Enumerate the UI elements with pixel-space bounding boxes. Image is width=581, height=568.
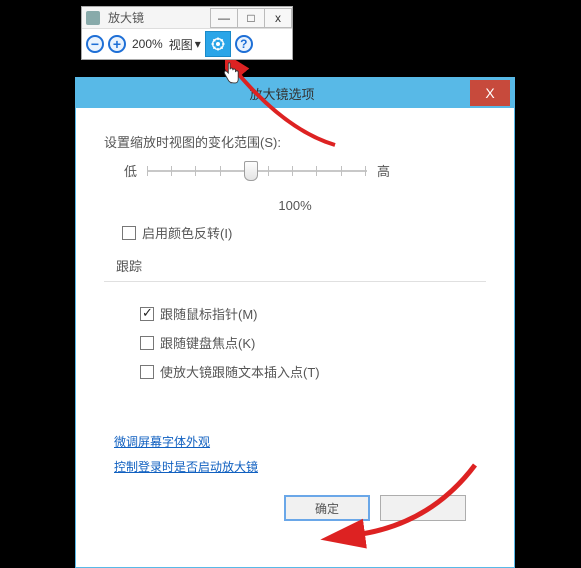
maximize-button[interactable]: □ bbox=[237, 8, 265, 28]
track-keyboard-label: 跟随键盘焦点(K) bbox=[160, 333, 255, 352]
track-mouse-checkbox[interactable] bbox=[140, 307, 154, 321]
cancel-button[interactable] bbox=[380, 495, 466, 521]
font-tuning-link[interactable]: 微调屏幕字体外观 bbox=[114, 433, 210, 450]
slider-thumb[interactable] bbox=[244, 161, 258, 181]
ok-button[interactable]: 确定 bbox=[284, 495, 370, 521]
options-button[interactable] bbox=[205, 31, 231, 57]
gear-icon bbox=[210, 36, 226, 52]
view-dropdown[interactable]: 视图 ▾ bbox=[169, 36, 201, 53]
track-caret-label: 使放大镜跟随文本插入点(T) bbox=[160, 362, 320, 381]
track-mouse-label: 跟随鼠标指针(M) bbox=[160, 304, 258, 323]
dialog-close-button[interactable]: X bbox=[470, 80, 510, 106]
chevron-down-icon: ▾ bbox=[195, 37, 201, 51]
slider-heading: 设置缩放时视图的变化范围(S): bbox=[104, 132, 486, 151]
options-dialog: 放大镜选项 X 设置缩放时视图的变化范围(S): 低 高 100% bbox=[75, 77, 515, 568]
zoom-in-button[interactable]: + bbox=[108, 35, 126, 53]
magnifier-toolbar: 放大镜 — □ x − + 200% 视图 ▾ ? bbox=[81, 6, 293, 60]
zoom-step-slider[interactable] bbox=[147, 163, 367, 179]
dialog-titlebar[interactable]: 放大镜选项 X bbox=[76, 78, 514, 108]
help-button[interactable]: ? bbox=[235, 35, 253, 53]
toolbar-titlebar[interactable]: 放大镜 — □ x bbox=[82, 7, 292, 29]
slider-high-label: 高 bbox=[377, 161, 390, 180]
dialog-title: 放大镜选项 bbox=[94, 84, 470, 103]
toolbar-title: 放大镜 bbox=[108, 9, 211, 26]
track-caret-checkbox[interactable] bbox=[140, 365, 154, 379]
zoom-out-button[interactable]: − bbox=[86, 35, 104, 53]
view-label: 视图 bbox=[169, 36, 193, 53]
track-keyboard-checkbox[interactable] bbox=[140, 336, 154, 350]
invert-colors-checkbox[interactable] bbox=[122, 226, 136, 240]
slider-percent: 100% bbox=[104, 198, 486, 213]
minimize-button[interactable]: — bbox=[210, 8, 238, 28]
magnifier-app-icon bbox=[86, 11, 100, 25]
logon-control-link[interactable]: 控制登录时是否启动放大镜 bbox=[114, 458, 258, 475]
tracking-group: 跟随鼠标指针(M) 跟随键盘焦点(K) 使放大镜跟随文本插入点(T) bbox=[104, 281, 486, 399]
slider-low-label: 低 bbox=[124, 161, 137, 180]
close-button[interactable]: x bbox=[264, 8, 292, 28]
tracking-group-label: 跟踪 bbox=[116, 256, 486, 275]
zoom-percent: 200% bbox=[132, 37, 163, 51]
invert-colors-label: 启用颜色反转(I) bbox=[142, 223, 232, 242]
